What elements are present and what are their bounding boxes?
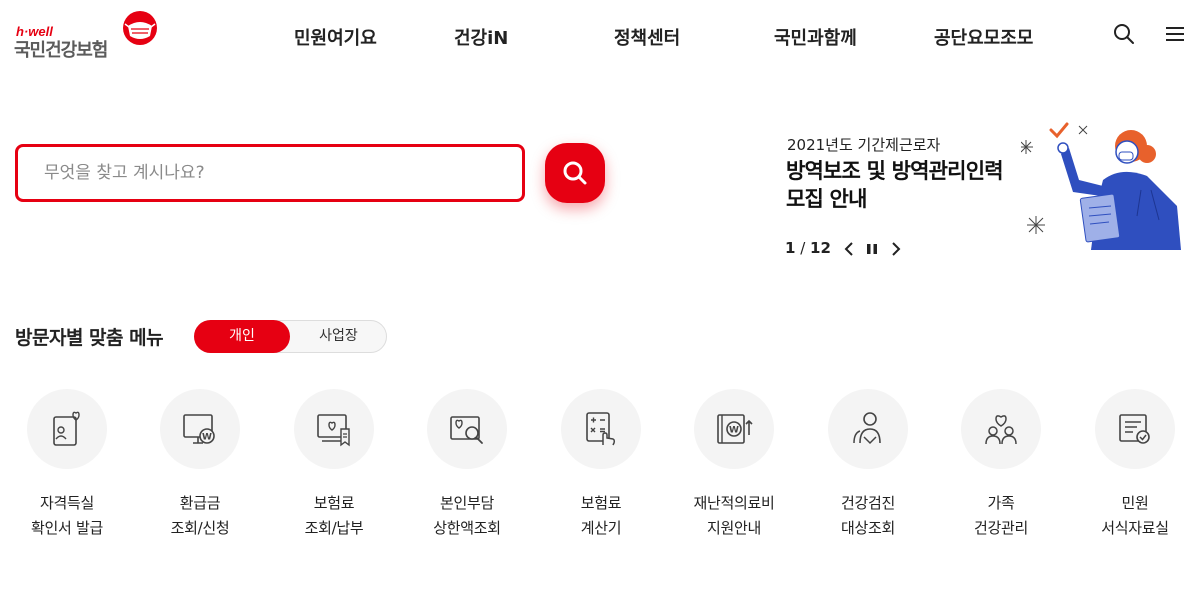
menu-icon-circle	[27, 389, 107, 469]
menu-label: 환급금 조회/신청	[134, 491, 266, 541]
nav-item-health-in[interactable]: 건강iN	[454, 24, 508, 50]
banner-page-total: 12	[810, 239, 831, 257]
banner-title-line1: 방역보조 및 방역관리인력	[786, 159, 1004, 183]
banner-title-line2: 모집 안내	[786, 187, 867, 211]
search-heart-icon	[450, 416, 483, 444]
menu-item-family-health[interactable]: 가족 건강관리	[935, 388, 1067, 548]
menu-icon-circle: W	[694, 389, 774, 469]
menu-label-line1: 건강검진	[840, 494, 895, 512]
menu-item-refund[interactable]: W 환급금 조회/신청	[134, 388, 266, 548]
search-icon	[563, 161, 587, 185]
menu-item-premium-payment[interactable]: 보험료 조회/납부	[268, 388, 400, 548]
menu-label-line2: 지원안내	[706, 519, 761, 537]
menu-icon-circle	[1095, 389, 1175, 469]
menu-item-disaster-medical-support[interactable]: W 재난적의료비 지원안내	[668, 388, 800, 548]
menu-icon-circle	[427, 389, 507, 469]
menu-icon-circle	[294, 389, 374, 469]
menu-label-line2: 대상조회	[840, 519, 895, 537]
search-button[interactable]	[545, 143, 605, 203]
menu-label-line2: 조회/납부	[304, 519, 364, 537]
menu-icon-circle	[961, 389, 1041, 469]
svg-text:W: W	[202, 433, 212, 443]
nav-item-policy-center[interactable]: 정책센터	[614, 24, 680, 50]
svg-text:W: W	[729, 426, 739, 436]
menu-label: 건강검진 대상조회	[802, 491, 934, 541]
menu-item-copay-limit[interactable]: 본인부담 상한액조회	[401, 388, 533, 548]
nav-item-civil-service[interactable]: 민원여기요	[294, 24, 377, 50]
menu-item-premium-calculator[interactable]: 보험료 계산기	[535, 388, 667, 548]
menu-label-line1: 본인부담	[439, 494, 494, 512]
menu-icon-circle	[561, 389, 641, 469]
menu-label: 자격득실 확인서 발급	[1, 491, 133, 541]
forms-icon	[1119, 414, 1150, 444]
menu-item-qualification-certificate[interactable]: 자격득실 확인서 발급	[1, 388, 133, 548]
menu-label-line1: 민원	[1121, 494, 1149, 512]
search-input[interactable]	[44, 161, 504, 185]
menu-label-line1: 가족	[987, 494, 1015, 512]
calculator-icon	[586, 412, 616, 446]
hamburger-menu-icon[interactable]	[1163, 22, 1187, 46]
certificate-icon	[53, 411, 80, 446]
menu-label: 재난적의료비 지원안내	[668, 491, 800, 541]
visitor-type-toggle: 개인 사업장	[194, 320, 387, 353]
notice-banner[interactable]: 2021년도 기간제근로자 방역보조 및 방역관리인력 모집 안내 1 / 12	[785, 122, 1192, 270]
menu-label-line1: 자격득실	[39, 494, 94, 512]
menu-label: 본인부담 상한액조회	[401, 491, 533, 541]
menu-item-checkup-eligibility[interactable]: 건강검진 대상조회	[802, 388, 934, 548]
toggle-individual[interactable]: 개인	[194, 320, 290, 353]
menu-label-line2: 건강관리	[973, 519, 1028, 537]
search-icon[interactable]	[1112, 22, 1136, 46]
menu-label: 보험료 조회/납부	[268, 491, 400, 541]
menu-label: 보험료 계산기	[535, 491, 667, 541]
menu-label-line1: 보험료	[313, 494, 355, 512]
refund-monitor-icon: W	[183, 414, 215, 444]
menu-label-line2: 확인서 발급	[31, 519, 103, 537]
main-nav: 민원여기요 건강iN 정책센터 국민과함께 공단요모조모	[0, 0, 1192, 70]
menu-label: 민원 서식자료실	[1069, 491, 1192, 541]
section-title: 방문자별 맞춤 메뉴	[15, 327, 164, 349]
menu-label-line2: 상한액조회	[433, 519, 501, 537]
menu-label-line1: 보험료	[580, 494, 622, 512]
nav-item-with-citizens[interactable]: 국민과함께	[774, 24, 857, 50]
menu-label-line2: 계산기	[580, 519, 622, 537]
banner-pagination: 1 / 12	[785, 239, 831, 257]
menu-icon-circle	[828, 389, 908, 469]
menu-icon-circle: W	[160, 389, 240, 469]
menu-item-civil-forms[interactable]: 민원 서식자료실	[1069, 388, 1192, 548]
banner-page-separator: /	[795, 239, 811, 257]
menu-label-line1: 환급금	[179, 494, 221, 512]
nav-item-about[interactable]: 공단요모조모	[934, 24, 1033, 50]
menu-label-line2: 서식자료실	[1101, 519, 1169, 537]
menu-label: 가족 건강관리	[935, 491, 1067, 541]
menu-label-line1: 재난적의료비	[693, 494, 775, 512]
banner-page-current: 1	[785, 239, 796, 257]
payment-icon	[317, 414, 350, 447]
banner-subtitle: 2021년도 기간제근로자	[787, 136, 941, 154]
pause-icon[interactable]	[864, 240, 880, 258]
prev-slide-icon[interactable]	[842, 240, 858, 258]
family-icon	[985, 415, 1017, 445]
checkup-people-icon	[853, 412, 881, 445]
banner-title: 방역보조 및 방역관리인력 모집 안내	[786, 157, 1004, 213]
next-slide-icon[interactable]	[887, 240, 903, 258]
toggle-business[interactable]: 사업장	[290, 321, 387, 352]
medical-support-icon: W	[717, 414, 753, 444]
menu-label-line2: 조회/신청	[170, 519, 230, 537]
search-field	[15, 144, 525, 202]
woman-with-clipboard-illustration	[1021, 122, 1181, 250]
